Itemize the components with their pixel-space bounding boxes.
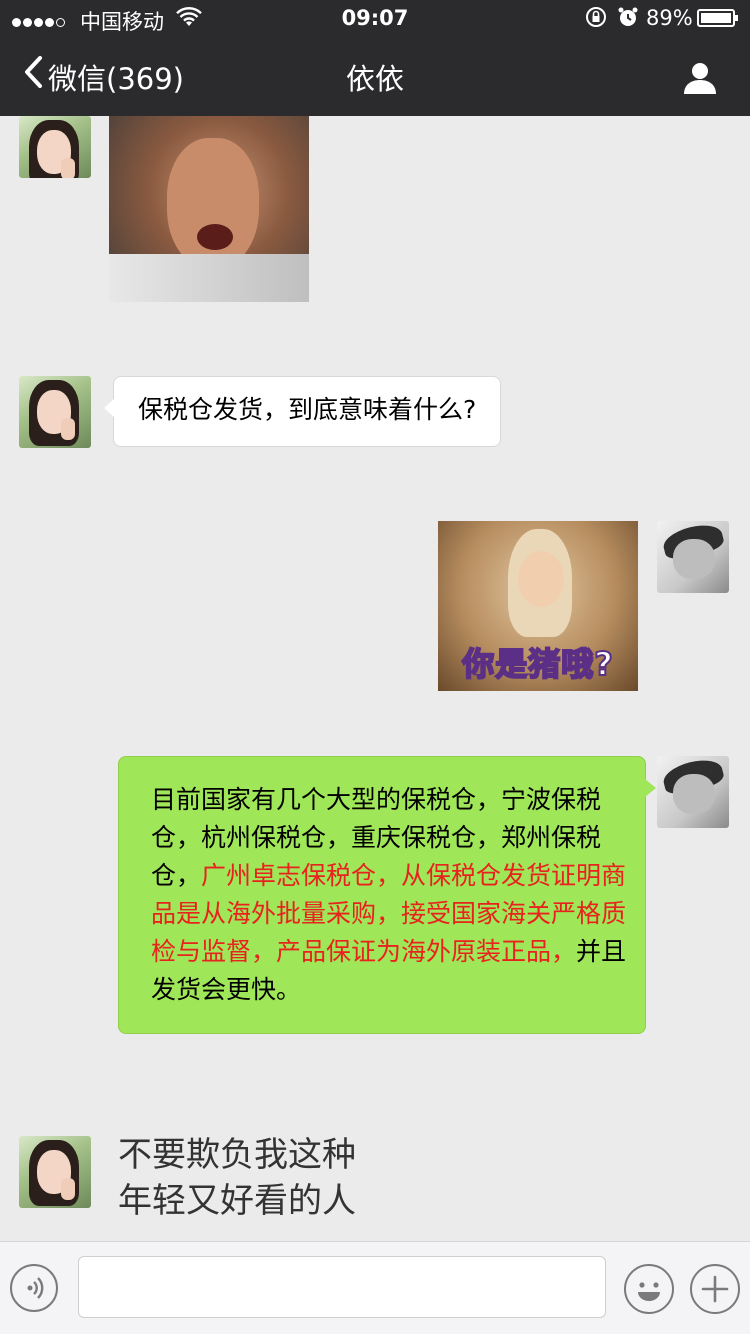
message-text: 保税仓发货，到底意味着什么? — [138, 395, 477, 424]
message-bubble-incoming[interactable]: 保税仓发货，到底意味着什么? — [103, 376, 502, 447]
text-sticker-line1: 不要欺负我这种 — [118, 1135, 356, 1175]
sticker-caption: 你是猪哦? — [461, 644, 614, 684]
voice-icon[interactable] — [10, 1264, 58, 1312]
avatar-contact[interactable] — [19, 376, 91, 448]
status-bar: 中国移动 09:07 89% — [0, 0, 750, 40]
avatar-self[interactable] — [657, 756, 729, 828]
nav-bar: 微信(369) 依依 — [0, 40, 750, 116]
battery-percent: 89% — [646, 6, 693, 30]
avatar-contact[interactable] — [19, 1136, 91, 1208]
input-toolbar — [0, 1241, 750, 1334]
message-text-highlight: 广州卓志保税仓，从保税仓发货证明商品是从海外批量采购，接受国家海关严格质检与监督… — [151, 861, 627, 966]
battery-icon — [697, 9, 738, 27]
back-label: 微信(369) — [48, 62, 184, 96]
sticker-baby[interactable]: 你是猪哦? — [438, 521, 638, 691]
chevron-left-icon — [22, 55, 44, 96]
plus-icon[interactable] — [690, 1264, 740, 1314]
avatar-contact[interactable] — [19, 116, 91, 178]
back-button[interactable]: 微信(369) — [22, 55, 184, 98]
person-icon[interactable] — [680, 58, 720, 98]
emoji-icon[interactable] — [624, 1264, 674, 1314]
message-bubble-outgoing[interactable]: 目前国家有几个大型的保税仓，宁波保税仓，杭州保税仓，重庆保税仓，郑州保税仓，广州… — [118, 756, 656, 1034]
text-sticker[interactable]: 不要欺负我这种 年轻又好看的人 — [118, 1132, 356, 1224]
text-sticker-line2: 年轻又好看的人 — [118, 1181, 356, 1221]
avatar-self[interactable] — [657, 521, 729, 593]
chat-area[interactable]: 保税仓发货，到底意味着什么? 你是猪哦? 目前国家有几个大型的保税仓，宁波保税仓… — [0, 116, 750, 1241]
message-input[interactable] — [78, 1256, 606, 1318]
rotation-lock-icon — [585, 6, 607, 33]
alarm-icon — [617, 6, 639, 33]
sticker-surprised-man[interactable] — [109, 116, 309, 302]
